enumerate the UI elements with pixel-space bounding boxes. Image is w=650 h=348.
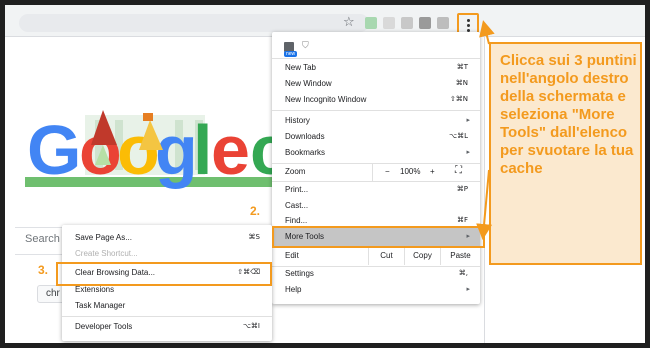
menu-item-label: New Window: [285, 79, 332, 88]
menu-item-shortcut: ⇧⌘N: [449, 95, 468, 103]
menu-item-label: Find...: [285, 216, 308, 225]
menu-item-shortcut: ⌥⌘I: [242, 322, 260, 330]
menu-item-label: Clear Browsing Data...: [75, 268, 156, 277]
copy-button[interactable]: Copy: [404, 247, 440, 265]
zoom-in-button[interactable]: +: [430, 167, 435, 176]
star-icon[interactable]: ☆: [343, 15, 355, 31]
zoom-divider: [372, 163, 373, 181]
menu-separator: [62, 263, 272, 264]
menu-item-label: Settings: [285, 269, 314, 278]
submenu-arrow-icon: ▸: [466, 148, 470, 156]
menu-item-find[interactable]: Find... ⌘F: [272, 213, 480, 225]
logo-letter-g: G: [27, 111, 82, 189]
menu-separator: [272, 110, 480, 111]
menu-item-shortcut: ⌘P: [456, 185, 468, 193]
extension-icon[interactable]: [383, 17, 395, 29]
menu-item-new-window[interactable]: New Window ⌘N: [272, 76, 480, 92]
chrome-main-menu: new ⛉ New Tab ⌘T New Window ⌘N New Incogni…: [272, 32, 480, 304]
menu-item-label: More Tools: [285, 232, 324, 241]
extension-icon[interactable]: [365, 17, 377, 29]
step-3-label: 3.: [38, 263, 49, 277]
menu-item-more-tools[interactable]: More Tools ▸: [272, 228, 480, 246]
menu-item-label: Downloads: [285, 132, 325, 141]
menu-item-new-tab[interactable]: New Tab ⌘T: [272, 60, 480, 76]
menu-item-create-shortcut: Create Shortcut...: [62, 246, 272, 262]
menu-item-history[interactable]: History ▸: [272, 113, 480, 129]
step-2-label: 2.: [250, 204, 261, 218]
menu-item-label: Task Manager: [75, 301, 126, 310]
submenu-arrow-icon: ▸: [466, 116, 470, 124]
menu-item-label: Save Page As...: [75, 233, 132, 242]
cut-button[interactable]: Cut: [368, 247, 404, 265]
submenu-arrow-icon: ▸: [466, 285, 470, 293]
logo-letter-e: e: [211, 111, 250, 189]
menu-separator: [62, 316, 272, 317]
zoom-level: 100%: [400, 167, 421, 176]
submenu-arrow-icon: ▸: [466, 232, 470, 240]
menu-item-shortcut: ⌘T: [456, 63, 468, 71]
gnome-figures: [91, 110, 163, 165]
menu-item-shortcut: ⇧⌘⌫: [237, 268, 260, 276]
zoom-row: Zoom − 100% + ⛶: [272, 163, 480, 181]
paste-button[interactable]: Paste: [440, 247, 480, 265]
menu-item-label: History: [285, 116, 310, 125]
extension-icon[interactable]: [419, 17, 431, 29]
callout-text: Clicca sui 3 puntini nell'angolo destro …: [500, 52, 637, 177]
extension-icon[interactable]: [401, 17, 413, 29]
menu-item-label: Help: [285, 285, 302, 294]
menu-item-label: Cast...: [285, 201, 309, 210]
menu-item-developer-tools[interactable]: Developer Tools ⌥⌘I: [62, 319, 272, 335]
menu-item-shortcut: ⌥⌘L: [449, 132, 468, 140]
shield-icon[interactable]: ⛉: [302, 41, 309, 51]
menu-item-cast[interactable]: Cast...: [272, 198, 480, 214]
edit-label: Edit: [285, 251, 299, 260]
menu-item-label: Create Shortcut...: [75, 249, 138, 258]
address-bar[interactable]: [19, 14, 369, 32]
extension-icon[interactable]: [437, 17, 449, 29]
menu-item-new-incognito-window[interactable]: New Incognito Window ⇧⌘N: [272, 92, 480, 108]
menu-item-task-manager[interactable]: Task Manager: [62, 298, 272, 314]
menu-item-clear-browsing-data[interactable]: Clear Browsing Data... ⇧⌘⌫: [62, 265, 272, 281]
menu-item-shortcut: ⌘F: [456, 216, 468, 224]
menu-item-shortcut: ⌘N: [455, 79, 468, 87]
fullscreen-icon[interactable]: ⛶: [455, 165, 462, 176]
zoom-out-button[interactable]: −: [385, 167, 390, 176]
menu-item-save-page[interactable]: Save Page As... ⌘S: [62, 230, 272, 246]
menu-item-label: New Tab: [285, 63, 316, 72]
menu-item-print[interactable]: Print... ⌘P: [272, 182, 480, 198]
menu-item-downloads[interactable]: Downloads ⌥⌘L: [272, 129, 480, 145]
zoom-label: Zoom: [285, 167, 306, 176]
instruction-callout: Clicca sui 3 puntini nell'angolo destro …: [489, 42, 642, 265]
menu-item-shortcut: ⌘,: [458, 269, 468, 277]
menu-item-shortcut: ⌘S: [248, 233, 260, 241]
menu-item-label: Print...: [285, 185, 309, 194]
page-divider: [484, 37, 485, 343]
menu-item-label: Developer Tools: [75, 322, 133, 331]
menu-item-settings[interactable]: Settings ⌘,: [272, 266, 480, 282]
edit-row: Edit Cut Copy Paste: [272, 247, 480, 265]
menu-separator: [272, 58, 480, 59]
logo-letter-l: l: [193, 111, 213, 189]
menu-item-extensions[interactable]: Extensions: [62, 282, 272, 298]
menu-item-label: Bookmarks: [285, 148, 326, 157]
menu-item-label: Extensions: [75, 285, 115, 294]
menu-item-bookmarks[interactable]: Bookmarks ▸: [272, 145, 480, 161]
menu-item-help[interactable]: Help ▸: [272, 282, 480, 298]
more-tools-submenu: Save Page As... ⌘S Create Shortcut... Cle…: [62, 225, 272, 341]
shortcut-label: chr: [46, 288, 60, 299]
new-badge: new: [284, 51, 298, 57]
menu-item-label: New Incognito Window: [285, 95, 367, 104]
